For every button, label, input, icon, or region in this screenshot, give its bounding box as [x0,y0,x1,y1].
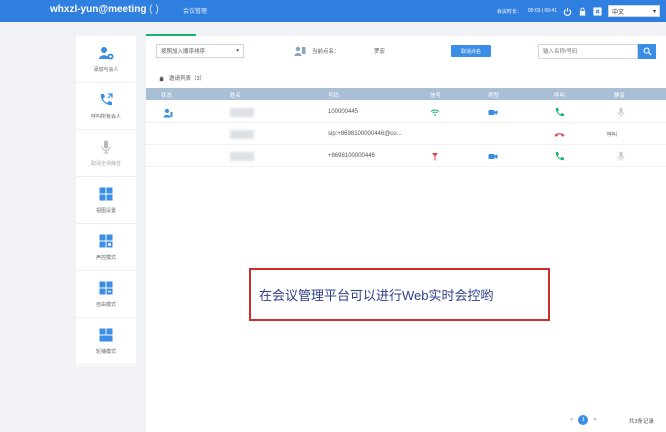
sidebar-item-label: 轮播模式 [95,349,116,355]
sort-select[interactable]: 按照加入顺序排序 ▾ [156,44,244,58]
brand-paren: ( ) [149,4,159,15]
table-row: sip:+8698100000446@co... 呼叫 [146,124,666,145]
layout-icon [99,187,113,201]
current-speaker-label: 当前点名： [312,49,340,55]
prev-page-icon[interactable]: « [570,417,573,423]
free-mode-icon [99,281,113,295]
search-button[interactable] [638,44,656,59]
column-header: 类型 [488,93,500,99]
column-header: 状态 [161,93,173,99]
mic-icon[interactable] [616,151,626,162]
pagination: « 1 » [570,415,597,425]
carousel-mode-icon [99,328,113,342]
close-icon[interactable] [593,6,602,16]
participant-name-blurred [230,108,254,117]
sidebar-item-label: 呼叫所有会人 [90,114,121,120]
phone-hangup-icon[interactable] [554,129,565,140]
brand-name: whxzl-yun@meeting [50,4,147,15]
phone-connected-icon[interactable] [554,151,565,162]
host-user-icon [163,109,173,118]
participants-panel: 按照加入顺序排序 ▾ 当前点名： 罗宏 取消点名 邀请列表（3） 状态 姓名 号… [146,36,666,432]
sidebar-item-carousel-mode[interactable]: 轮播模式 [76,318,136,365]
column-header: 呼叫 [554,93,566,99]
participant-number: 100000445 [328,109,359,115]
lock-icon[interactable] [578,7,587,16]
antenna-signal-icon [432,153,438,161]
cancel-rollcall-button[interactable]: 取消点名 [451,45,491,57]
video-camera-icon [488,110,498,115]
sidebar-item-view-settings[interactable]: 视图设置 [76,177,136,224]
sidebar-item-label: 添加与会人 [93,67,119,73]
video-camera-icon [488,154,498,159]
call-action-text[interactable]: 呼叫 [607,131,617,138]
session-time: 00:03 | 00:41 [527,8,557,14]
total-records: 共3条记录 [629,419,655,425]
sidebar-item-free-mode[interactable]: 自由模式 [76,271,136,318]
column-header: 静音 [614,93,626,99]
brand: whxzl-yun@meeting ( ) [50,4,159,15]
sidebar-item-unmute-all[interactable]: 取消全场静音 [76,130,136,177]
top-bar: whxzl-yun@meeting ( ) 会议管理 会议时长： 00:03 |… [0,0,666,22]
invited-list-label: 邀请列表（3） [169,76,206,82]
mic-icon[interactable] [616,107,626,118]
language-value: 中文 [612,9,625,16]
call-all-icon [100,93,113,106]
sort-value: 按照加入顺序排序 [161,49,206,55]
power-icon[interactable] [563,7,572,16]
table-header: 状态 姓名 号码 信号 类型 呼叫 静音 [146,88,666,100]
add-user-icon [99,47,114,60]
language-select[interactable]: 中文 ▾ [608,5,660,17]
column-header: 信号 [430,93,442,99]
sidebar-item-call-all[interactable]: 呼叫所有会人 [76,83,136,130]
current-speaker-name: 罗宏 [374,49,386,55]
annotation-text: 在会议管理平台可以进行Web实时会控哟 [259,288,494,303]
sidebar-item-label: 取消全场静音 [90,161,121,167]
chevron-down-icon: ▾ [236,48,239,54]
search-input[interactable] [538,44,638,59]
table-row: +8698100000446 [146,146,666,167]
column-header: 号码 [328,93,340,99]
sidebar-item-voice-mode[interactable]: 声控模式 [76,224,136,271]
participant-number: sip:+8698100000446@co... [328,131,402,137]
wifi-signal-icon [430,109,440,116]
speaker-icon [294,46,306,56]
sidebar-item-add-participant[interactable]: 添加与会人 [76,36,136,83]
table-row: 100000445 [146,102,666,123]
next-page-icon[interactable]: » [593,417,596,423]
voice-mode-icon [99,234,113,248]
participant-name-blurred [230,152,254,161]
session-label: 会议时长： [496,8,522,15]
participant-number: +8698100000446 [328,153,375,159]
sidebar-item-label: 视图设置 [95,208,116,214]
control-sidebar: 添加与会人 呼叫所有会人 取消全场静音 视图设置 声控模式 自由模式 轮播模式 [76,36,136,366]
annotation-box: 在会议管理平台可以进行Web实时会控哟 [249,268,550,321]
participant-name-blurred [230,130,254,139]
search-icon [643,47,652,56]
chevron-down-icon: ▾ [652,8,656,15]
page-number[interactable]: 1 [578,415,589,425]
sidebar-item-label: 自由模式 [95,302,116,308]
tab-meeting-manage[interactable]: 会议管理 [183,6,207,15]
invited-list-toggle[interactable]: 邀请列表（3） [158,74,205,82]
column-header: 姓名 [230,93,242,99]
mic-icon [101,140,111,154]
sidebar-item-label: 声控模式 [95,255,116,261]
phone-connected-icon[interactable] [554,107,565,118]
hand-icon [159,75,164,81]
top-right-tools: 会议时长： 00:03 | 00:41 中文 ▾ [497,0,666,22]
